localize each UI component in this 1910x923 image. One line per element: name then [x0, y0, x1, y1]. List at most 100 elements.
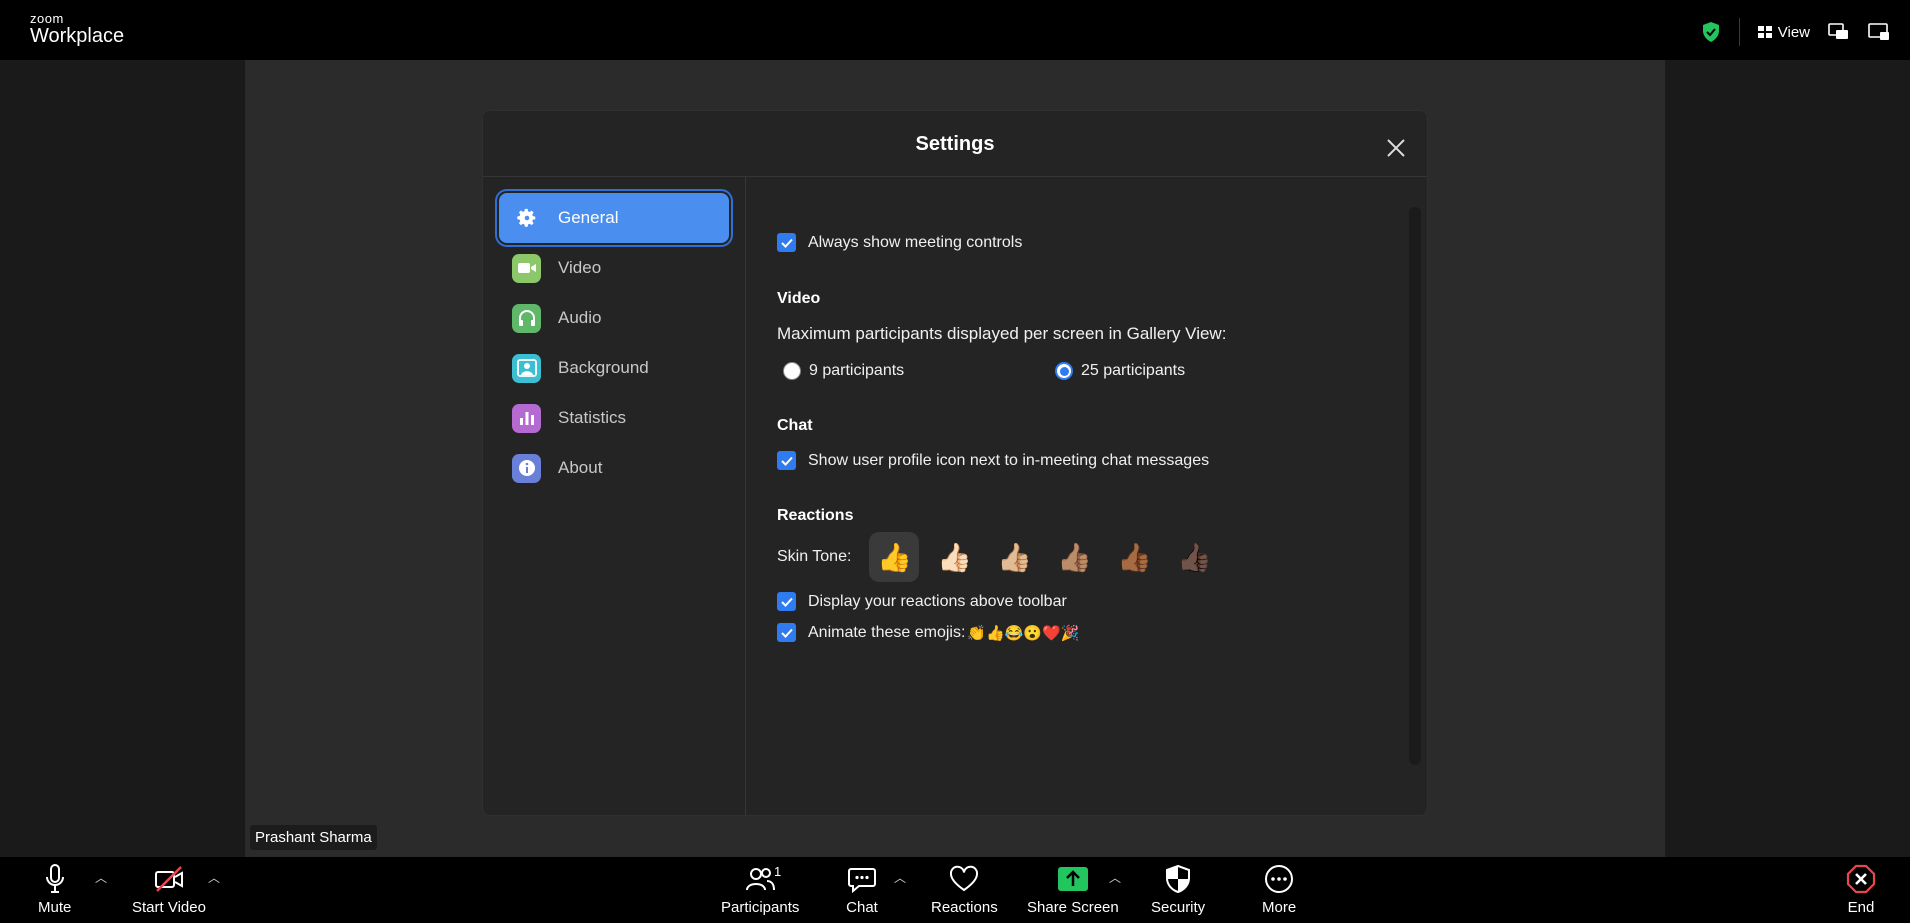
skin-tone-light[interactable]: 👍🏻 — [929, 532, 979, 582]
video-section-heading: Video — [777, 290, 821, 307]
sidebar-item-audio[interactable]: Audio — [499, 293, 729, 343]
video-off-icon — [154, 866, 183, 892]
sidebar-item-label: Audio — [558, 308, 602, 327]
encryption-shield-icon[interactable] — [1701, 21, 1721, 43]
settings-sidebar: General Video Audio Background Statistic… — [483, 177, 746, 815]
display-reactions-checkbox[interactable] — [777, 592, 796, 611]
content-scrollbar[interactable] — [1409, 207, 1421, 765]
always-show-controls-label: Always show meeting controls — [808, 233, 1023, 251]
sidebar-item-background[interactable]: Background — [499, 343, 729, 393]
sidebar-item-video[interactable]: Video — [499, 243, 729, 293]
sidebar-item-label: Video — [558, 258, 602, 277]
video-camera-icon — [512, 253, 541, 283]
more-button[interactable]: More — [1262, 863, 1296, 916]
checkmark-icon — [780, 456, 793, 466]
animate-emojis-row: Animate these emojis: 👏👍😂😮❤️🎉 — [777, 623, 1079, 642]
microphone-icon — [45, 864, 64, 893]
skin-tone-medium[interactable]: 👍🏽 — [1049, 532, 1099, 582]
skin-tone-dark[interactable]: 👍🏿 — [1169, 532, 1219, 582]
chat-icon — [848, 868, 876, 894]
dialog-header: Settings — [483, 111, 1427, 177]
max-participants-label: Maximum participants displayed per scree… — [777, 324, 1227, 343]
sidebar-item-label: General — [558, 208, 619, 227]
sidebar-item-general[interactable]: General — [499, 193, 729, 243]
animate-emojis-label: Animate these emojis: — [808, 623, 966, 641]
settings-content: Always show meeting controls Video Maxim… — [747, 177, 1427, 815]
sidebar-item-about[interactable]: About — [499, 443, 729, 493]
skin-tone-row: Skin Tone: 👍 👍🏻 👍🏼 👍🏽 👍🏾 👍🏿 — [777, 532, 1219, 582]
option-9-label: 9 participants — [809, 362, 905, 379]
mute-button[interactable]: Mute — [38, 863, 71, 916]
dialog-title: Settings — [915, 133, 995, 155]
skin-tone-options: 👍 👍🏻 👍🏼 👍🏽 👍🏾 👍🏿 — [869, 532, 1219, 582]
reactions-button[interactable]: Reactions — [931, 863, 998, 916]
zoom-logo: zoom Workplace — [30, 12, 124, 46]
headphones-icon — [512, 303, 541, 333]
checkmark-icon — [780, 238, 793, 248]
view-button[interactable]: View — [1757, 23, 1810, 41]
animated-emojis-list: 👏👍😂😮❤️🎉 — [967, 624, 1080, 642]
checkmark-icon — [780, 597, 793, 607]
view-label: View — [1777, 23, 1810, 41]
end-call-icon — [1846, 864, 1876, 894]
more-icon — [1265, 865, 1294, 893]
share-options-caret-icon[interactable]: ︿ — [1109, 869, 1121, 886]
security-button[interactable]: Security — [1151, 863, 1205, 916]
grid-icon — [1757, 26, 1772, 38]
security-shield-icon — [1166, 864, 1191, 894]
end-meeting-button[interactable]: End — [1845, 863, 1877, 916]
sidebar-item-statistics[interactable]: Statistics — [499, 393, 729, 443]
show-profile-icon-row: Show user profile icon next to in-meetin… — [777, 451, 1209, 470]
show-profile-icon-checkbox[interactable] — [777, 451, 796, 470]
skin-tone-medium-dark[interactable]: 👍🏾 — [1109, 532, 1159, 582]
show-profile-icon-label: Show user profile icon next to in-meetin… — [808, 451, 1210, 469]
participants-button[interactable]: Participants — [721, 863, 799, 916]
participants-icon — [746, 868, 776, 891]
option-25-row: 25 participants — [1055, 362, 1185, 380]
start-video-label: Start Video — [132, 899, 206, 916]
sidebar-item-label: Statistics — [558, 408, 627, 427]
start-video-button[interactable]: Start Video — [132, 863, 206, 916]
share-screen-button[interactable]: Share Screen — [1027, 863, 1119, 916]
divider — [1738, 18, 1740, 46]
skin-tone-medium-light[interactable]: 👍🏼 — [989, 532, 1039, 582]
display-reactions-label: Display your reactions above toolbar — [808, 592, 1067, 610]
participant-name-tag: Prashant Sharma — [250, 825, 377, 850]
video-options-caret-icon[interactable]: ︿ — [208, 869, 220, 886]
more-label: More — [1262, 899, 1297, 916]
close-icon[interactable] — [1385, 137, 1407, 159]
settings-dialog: Settings General Video Audio Background … — [482, 110, 1428, 816]
animate-emojis-checkbox[interactable] — [777, 623, 796, 642]
skin-tone-label: Skin Tone: — [777, 548, 852, 565]
reactions-label: Reactions — [931, 899, 998, 916]
participant-count-badge: 1 — [774, 864, 782, 879]
gear-icon — [512, 204, 541, 233]
option-9-row: 9 participants — [783, 362, 904, 380]
chat-options-caret-icon[interactable]: ︿ — [894, 869, 906, 886]
chat-button[interactable]: Chat — [846, 863, 878, 916]
sidebar-item-label: About — [558, 458, 603, 477]
statistics-icon — [512, 403, 541, 433]
chat-section-heading: Chat — [777, 417, 813, 434]
mute-label: Mute — [38, 899, 72, 916]
participants-label: Participants — [721, 899, 800, 916]
audio-options-caret-icon[interactable]: ︿ — [95, 869, 107, 886]
chat-label: Chat — [846, 899, 878, 916]
fullscreen-icon[interactable] — [1868, 23, 1890, 41]
info-icon — [512, 453, 541, 483]
heart-icon — [950, 865, 979, 892]
checkmark-icon — [780, 628, 793, 638]
option-9-radio[interactable] — [783, 362, 801, 380]
end-label: End — [1847, 899, 1875, 916]
option-25-label: 25 participants — [1081, 362, 1186, 379]
logo-line1: zoom — [30, 11, 64, 26]
background-icon — [512, 353, 541, 383]
reactions-section-heading: Reactions — [777, 507, 854, 524]
minimize-window-icon[interactable] — [1828, 23, 1850, 41]
always-show-controls-row: Always show meeting controls — [777, 233, 1022, 252]
always-show-controls-checkbox[interactable] — [777, 233, 796, 252]
skin-tone-default[interactable]: 👍 — [869, 532, 920, 582]
option-25-radio[interactable] — [1055, 362, 1073, 380]
logo-line2: Workplace — [30, 25, 125, 47]
share-screen-label: Share Screen — [1027, 899, 1119, 916]
